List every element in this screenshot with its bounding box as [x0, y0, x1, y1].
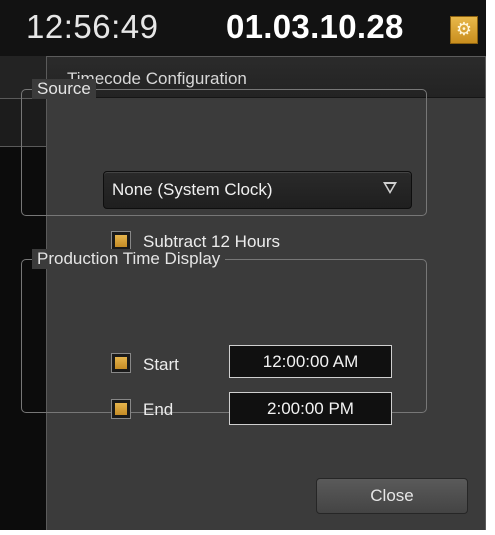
dropdown-value: None (System Clock)	[112, 180, 273, 199]
page-margin	[0, 530, 495, 535]
end-label: End	[143, 400, 174, 419]
source-dropdown[interactable]: None (System Clock)	[103, 171, 412, 209]
source-legend: Source	[32, 79, 96, 99]
end-time-field[interactable]: 2:00:00 PM	[229, 392, 392, 425]
page-margin	[486, 0, 495, 535]
gear-icon: ⚙	[455, 19, 473, 40]
chevron-down-icon	[383, 182, 397, 194]
clock-bar: 12:56:49 01.03.10.28 ⚙	[0, 0, 486, 56]
timecode-display: 01.03.10.28	[226, 8, 404, 45]
checkbox-checked-indicator	[115, 403, 127, 415]
checkbox-checked-indicator	[115, 357, 127, 369]
production-legend: Production Time Display	[32, 249, 226, 269]
close-button[interactable]: Close	[316, 478, 468, 514]
subtract-12-hours-checkbox[interactable]	[111, 231, 131, 251]
production-time-group: Production Time Display	[21, 249, 427, 413]
clock-time: 12:56:49	[26, 8, 159, 45]
checkbox-checked-indicator	[115, 235, 127, 247]
start-checkbox[interactable]	[111, 353, 131, 373]
end-checkbox[interactable]	[111, 399, 131, 419]
start-label: Start	[143, 355, 179, 374]
settings-button[interactable]: ⚙	[450, 16, 478, 44]
start-time-field[interactable]: 12:00:00 AM	[229, 345, 392, 378]
